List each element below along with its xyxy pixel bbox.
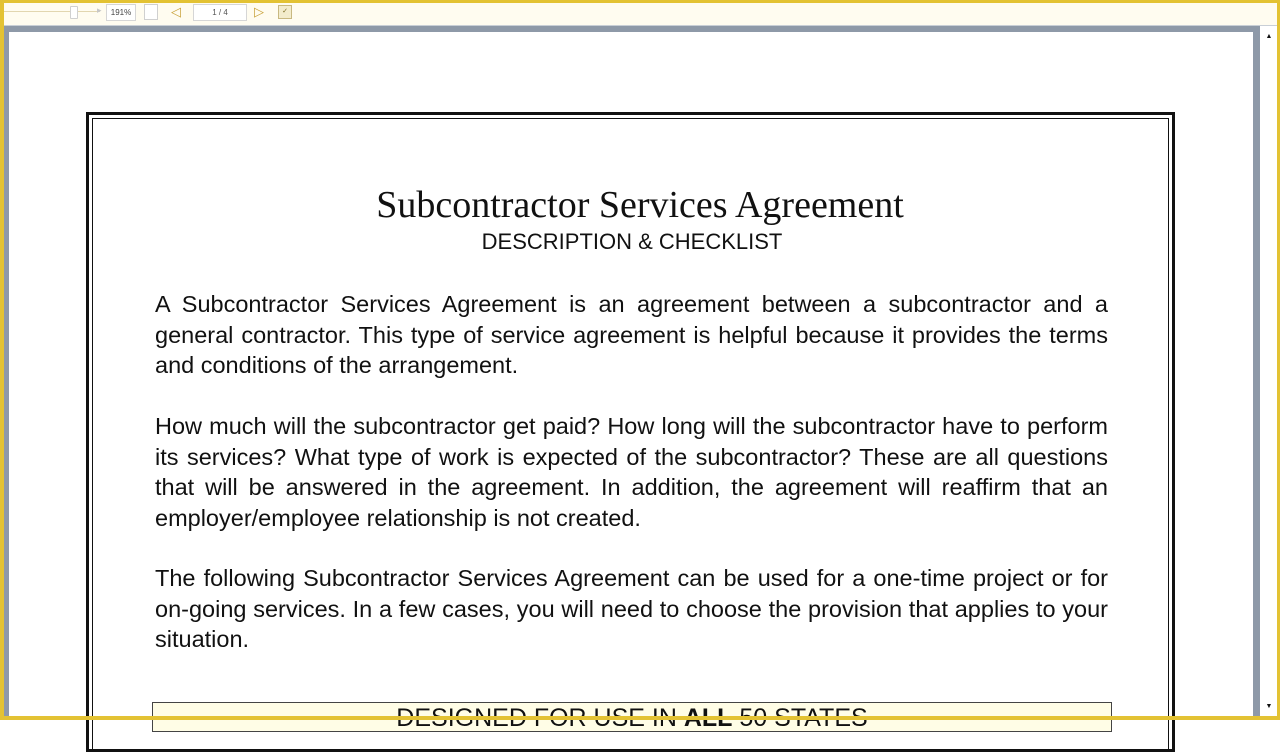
states-banner: DESIGNED FOR USE IN ALL 50 STATES: [152, 702, 1112, 732]
banner-emphasis: ALL: [683, 704, 733, 732]
previous-page-button[interactable]: ◁: [167, 3, 185, 21]
banner-prefix: DESIGNED FOR USE IN: [396, 704, 684, 732]
page-number-field[interactable]: 1 / 4: [193, 4, 247, 21]
annotate-button[interactable]: ✓: [278, 5, 292, 19]
scroll-down-icon[interactable]: ▼: [1264, 702, 1274, 712]
next-page-icon: ▷: [254, 4, 264, 19]
pdf-toolbar: ▸ 191% ◁ 1 / 4 ▷ ✓: [0, 0, 1280, 26]
zoom-slider-arrow-icon: ▸: [97, 5, 102, 15]
previous-page-icon: ◁: [171, 4, 181, 19]
next-page-button[interactable]: ▷: [250, 3, 268, 21]
document-subtitle: DESCRIPTION & CHECKLIST: [481, 229, 783, 254]
zoom-slider-thumb[interactable]: [70, 6, 78, 19]
zoom-level-field[interactable]: 191%: [106, 4, 136, 21]
paragraph-intro: A Subcontractor Services Agreement is an…: [155, 291, 1108, 378]
zoom-slider[interactable]: [4, 11, 100, 12]
annotate-icon: ✓: [282, 8, 288, 15]
banner-suffix: 50 STATES: [732, 704, 868, 732]
paragraph-questions: How much will the subcontractor get paid…: [155, 413, 1108, 531]
vertical-scrollbar[interactable]: ▲ ▼: [1262, 26, 1276, 720]
page-icon[interactable]: [144, 4, 158, 20]
paragraph-usage: The following Subcontractor Services Agr…: [155, 565, 1108, 652]
document-title: Subcontractor Services Agreement: [376, 184, 904, 226]
scroll-up-icon[interactable]: ▲: [1264, 32, 1274, 42]
